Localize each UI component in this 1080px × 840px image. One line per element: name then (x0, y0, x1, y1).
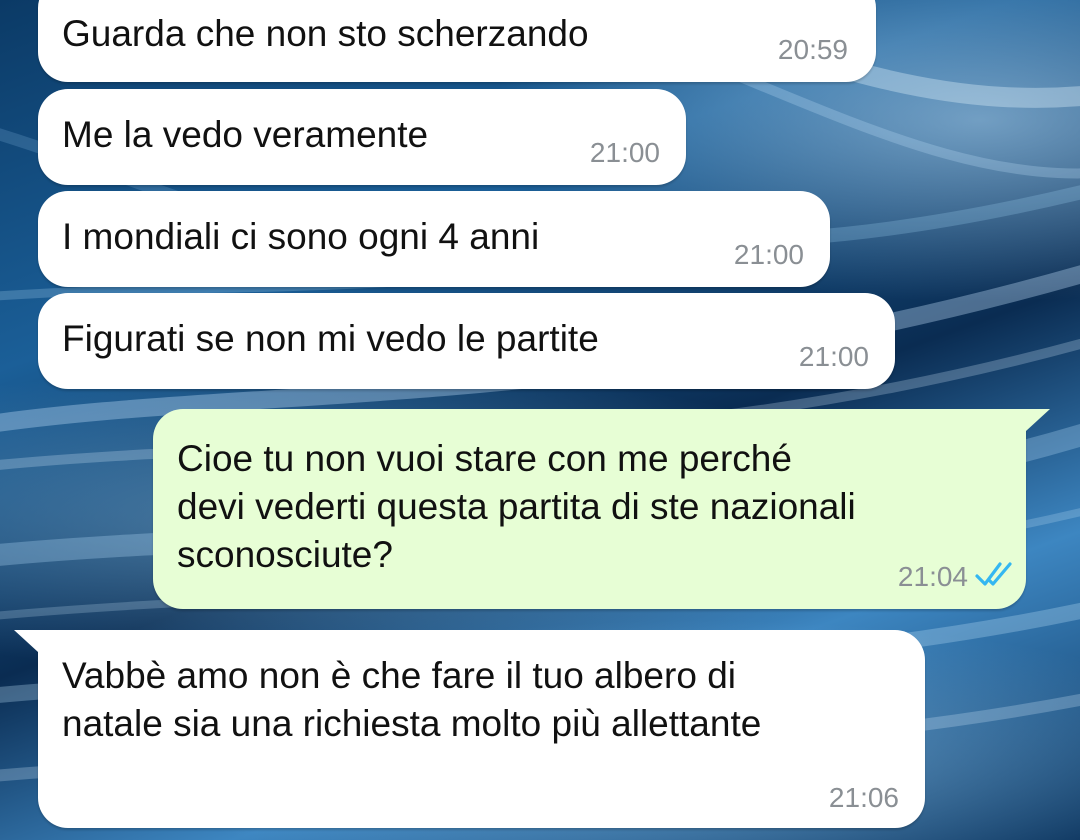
outgoing-message-bubble[interactable]: Cioe tu non vuoi stare con me perché dev… (153, 409, 1026, 609)
incoming-message-bubble[interactable]: Guarda che non sto scherzando 20:59 (38, 0, 876, 82)
message-text: Me la vedo veramente (62, 114, 429, 155)
message-text: Cioe tu non vuoi stare con me perché dev… (177, 438, 856, 575)
message-timestamp: 21:06 (828, 782, 899, 813)
double-check-read-icon (975, 562, 1012, 586)
message-timestamp: 21:04 (897, 561, 968, 592)
message-list[interactable]: Guarda che non sto scherzando 20:59 Me l… (0, 0, 1080, 840)
incoming-message-bubble[interactable]: Me la vedo veramente 21:00 (38, 89, 686, 185)
message-text: Vabbè amo non è che fare il tuo albero d… (62, 655, 762, 744)
incoming-message-bubble[interactable]: Vabbè amo non è che fare il tuo albero d… (38, 630, 925, 828)
message-text: I mondiali ci sono ogni 4 anni (62, 216, 540, 257)
outgoing-bubble-tail (1020, 409, 1050, 431)
message-timestamp: 21:00 (733, 239, 804, 270)
incoming-message-bubble[interactable]: Figurati se non mi vedo le partite 21:00 (38, 293, 895, 389)
message-text: Guarda che non sto scherzando (62, 13, 589, 54)
message-timestamp: 21:00 (798, 341, 869, 372)
incoming-bubble-tail (14, 630, 44, 652)
message-timestamp: 21:00 (589, 137, 660, 168)
message-timestamp: 20:59 (777, 34, 848, 65)
incoming-message-bubble[interactable]: I mondiali ci sono ogni 4 anni 21:00 (38, 191, 830, 287)
message-text: Figurati se non mi vedo le partite (62, 318, 599, 359)
